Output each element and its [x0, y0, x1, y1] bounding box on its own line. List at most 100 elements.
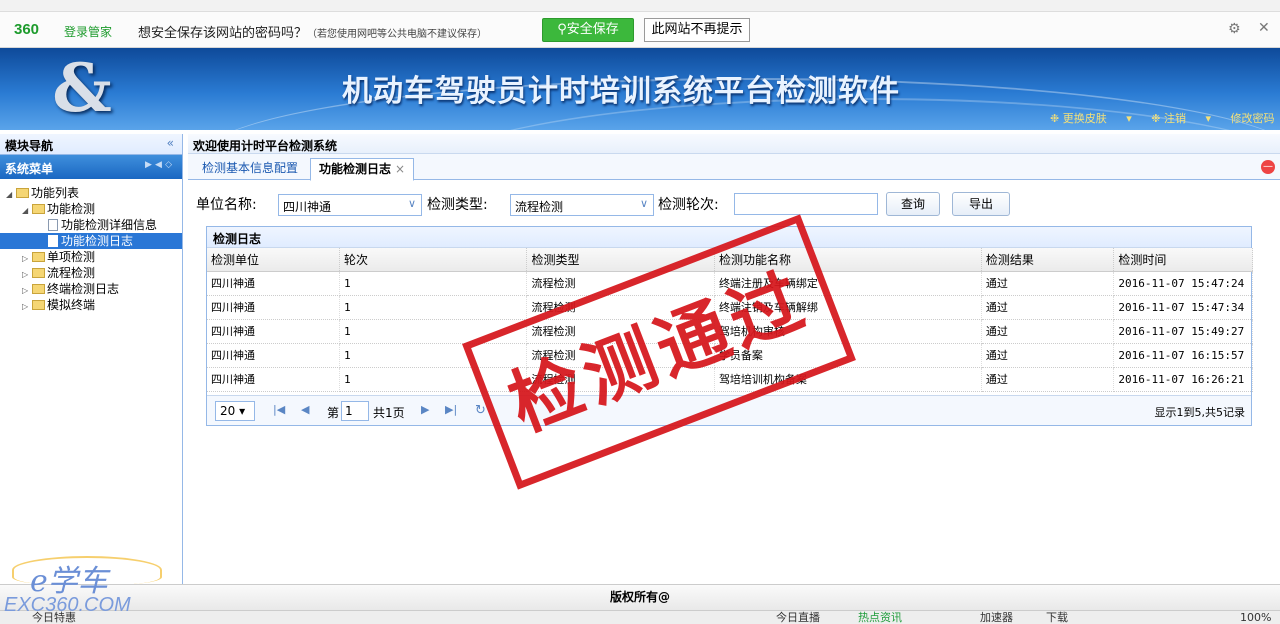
collapsed-arrow-icon[interactable]: ▷ — [22, 299, 32, 315]
table-row[interactable]: 四川神通 1 流程检测 驾培培训机构备案 通过 2016-11-07 16:26:21 — [207, 367, 1253, 392]
total-pages: 共1页 — [373, 406, 405, 420]
tab-basic-config[interactable]: 检测基本信息配置 — [194, 158, 306, 180]
tab-function-log[interactable]: 功能检测日志 × — [310, 158, 415, 181]
refresh-icon[interactable]: ↻ — [475, 403, 486, 418]
tab-close-icon[interactable]: × — [395, 162, 405, 176]
status-item-accelerator[interactable]: 加速器 — [980, 611, 1013, 624]
pager: 20 ▾ |◀ ◀ 第 1 共1页 ▶ ▶| ↻ 显示1到5,共5记录 — [207, 395, 1251, 425]
unit-select[interactable]: 四川神通 ∨ — [278, 194, 422, 216]
tree-node[interactable]: ▷ 流程检测 — [0, 265, 182, 281]
safe-save-button[interactable]: ⚲安全保存 — [542, 18, 634, 42]
folder-icon — [32, 204, 45, 214]
gear-icon[interactable]: ⚙ — [1228, 21, 1241, 37]
filter-bar: 单位名称: 四川神通 ∨ 检测类型: 流程检测 ∨ 检测轮次: 查询 导出 — [196, 190, 1276, 218]
table-cell: 2016-11-07 16:26:21 — [1113, 367, 1253, 392]
collapse-icon[interactable]: « — [167, 136, 174, 150]
app-title: 机动车驾驶员计时培训系统平台检测软件 — [342, 74, 900, 109]
main-content: 欢迎使用计时平台检测系统 检测基本信息配置 功能检测日志 × — 单位名称: 四川… — [188, 134, 1280, 584]
table-cell: 2016-11-07 16:15:57 — [1113, 343, 1253, 368]
table-cell: 流程检测 — [526, 343, 715, 368]
page-number-input[interactable]: 1 — [341, 401, 369, 421]
table-cell: 2016-11-07 15:47:24 — [1113, 271, 1253, 296]
tree-node-label: 功能检测详细信息 — [61, 218, 158, 232]
grid-title: 检测日志 — [207, 227, 1251, 248]
folder-icon — [32, 284, 45, 294]
table-row[interactable]: 四川神通 1 流程检测 终端注销及车辆解绑 通过 2016-11-07 15:47:34 — [207, 295, 1253, 320]
first-page-icon[interactable]: |◀ — [273, 403, 285, 416]
unit-label: 单位名称: — [196, 197, 257, 213]
menu-arrows-icon: ▶ ◀ ◇ — [144, 160, 172, 170]
tree-node-label: 单项检测 — [47, 250, 96, 264]
type-select[interactable]: 流程检测 ∨ — [510, 194, 654, 216]
sidebar-header: 模块导航 « — [0, 134, 182, 155]
table-cell: 2016-11-07 15:49:27 — [1113, 319, 1253, 344]
table-cell: 学员备案 — [714, 343, 982, 368]
next-page-icon[interactable]: ▶ — [421, 403, 429, 416]
browser-tab-strip — [0, 0, 1280, 12]
logout-link[interactable]: ❉ 注销 ▾ — [1151, 112, 1211, 125]
close-all-tabs-icon[interactable]: — — [1261, 160, 1275, 174]
folder-icon — [32, 268, 45, 278]
table-cell: 通过 — [981, 343, 1115, 368]
360-logo: 360 — [14, 21, 40, 38]
column-header[interactable]: 检测时间 — [1113, 248, 1253, 272]
change-password-link[interactable]: 修改密码 ▾ — [1231, 112, 1280, 125]
tree-node[interactable]: 功能检测日志 — [0, 233, 182, 249]
export-button[interactable]: 导出 — [952, 192, 1010, 216]
sidebar: 模块导航 « 系统菜单 ▶ ◀ ◇ ◢ 功能列表 ◢ 功能检测 功能检测详细信息 功能检测日志… — [0, 134, 183, 584]
chevron-down-icon: ∨ — [407, 197, 416, 210]
tree-node-label: 功能检测 — [47, 202, 96, 216]
watermark-logo: e学车 EXC360.COM — [0, 550, 190, 624]
status-item-live[interactable]: 今日直播 — [776, 611, 820, 624]
column-header[interactable]: 轮次 — [339, 248, 528, 272]
table-cell: 驾培培训机构备案 — [714, 367, 982, 392]
table-row[interactable]: 四川神通 1 流程检测 终端注册及车辆绑定 通过 2016-11-07 15:47:24 — [207, 271, 1253, 296]
page-size-select[interactable]: 20 ▾ — [215, 401, 255, 421]
query-button[interactable]: 查询 — [886, 192, 940, 216]
column-header[interactable]: 检测功能名称 — [714, 248, 982, 272]
logout-label: 注销 — [1163, 112, 1186, 125]
table-row[interactable]: 四川神通 1 流程检测 驾培机构审核 通过 2016-11-07 15:49:27 — [207, 319, 1253, 344]
table-row[interactable]: 四川神通 1 流程检测 学员备案 通过 2016-11-07 16:15:57 — [207, 343, 1253, 368]
table-cell: 四川神通 — [207, 343, 340, 368]
status-item-news[interactable]: 热点资讯 — [858, 611, 902, 624]
type-select-value: 流程检测 — [515, 200, 564, 214]
tab-function-log-label: 功能检测日志 — [319, 162, 392, 176]
table-cell: 1 — [339, 271, 528, 296]
never-remind-button[interactable]: 此网站不再提示 — [644, 18, 750, 42]
footer-copyright: 版权所有@ — [0, 584, 1280, 610]
change-skin-link[interactable]: ❉ 更换皮肤 ▾ — [1050, 112, 1132, 125]
key-icon: ⚲ — [557, 22, 567, 37]
last-page-icon[interactable]: ▶| — [445, 403, 457, 416]
folder-icon — [16, 188, 29, 198]
tree-node-label: 功能检测日志 — [61, 234, 134, 248]
round-input[interactable] — [734, 193, 878, 215]
status-item-download[interactable]: 下载 — [1046, 611, 1068, 624]
system-menu-label: 系统菜单 — [5, 162, 54, 176]
safe-save-label: 安全保存 — [566, 22, 619, 37]
file-icon — [48, 235, 58, 247]
tree-node[interactable]: ▷ 单项检测 — [0, 249, 182, 265]
zoom-level[interactable]: 100% — [1240, 611, 1271, 624]
close-icon[interactable]: ✕ — [1258, 20, 1270, 36]
tree-node[interactable]: ▷ 终端检测日志 — [0, 281, 182, 297]
file-icon — [48, 219, 58, 231]
type-label: 检测类型: — [427, 197, 488, 213]
table-cell: 通过 — [981, 319, 1115, 344]
login-manager-label: 登录管家 — [64, 25, 113, 39]
column-header[interactable]: 检测结果 — [981, 248, 1115, 272]
tree-node[interactable]: 功能检测详细信息 — [0, 217, 182, 233]
prev-page-icon[interactable]: ◀ — [301, 403, 309, 416]
chevron-down-icon: ∨ — [639, 197, 648, 210]
column-header[interactable]: 检测单位 — [207, 248, 340, 272]
system-menu-header[interactable]: 系统菜单 ▶ ◀ ◇ — [0, 155, 182, 179]
change-password-label: 修改密码 — [1230, 112, 1275, 125]
table-cell: 四川神通 — [207, 295, 340, 320]
tree-node[interactable]: ◢ 功能列表 — [0, 185, 182, 201]
password-save-bar: 360 登录管家 想安全保存该网站的密码吗？（若您使用网吧等公共电脑不建议保存）… — [0, 12, 1280, 48]
table-body: 四川神通 1 流程检测 终端注册及车辆绑定 通过 2016-11-07 15:47:24 四… — [207, 271, 1253, 392]
column-header[interactable]: 检测类型 — [526, 248, 715, 272]
table-cell: 流程检测 — [526, 367, 715, 392]
tree-node[interactable]: ▷ 模拟终端 — [0, 297, 182, 313]
tree-node[interactable]: ◢ 功能检测 — [0, 201, 182, 217]
